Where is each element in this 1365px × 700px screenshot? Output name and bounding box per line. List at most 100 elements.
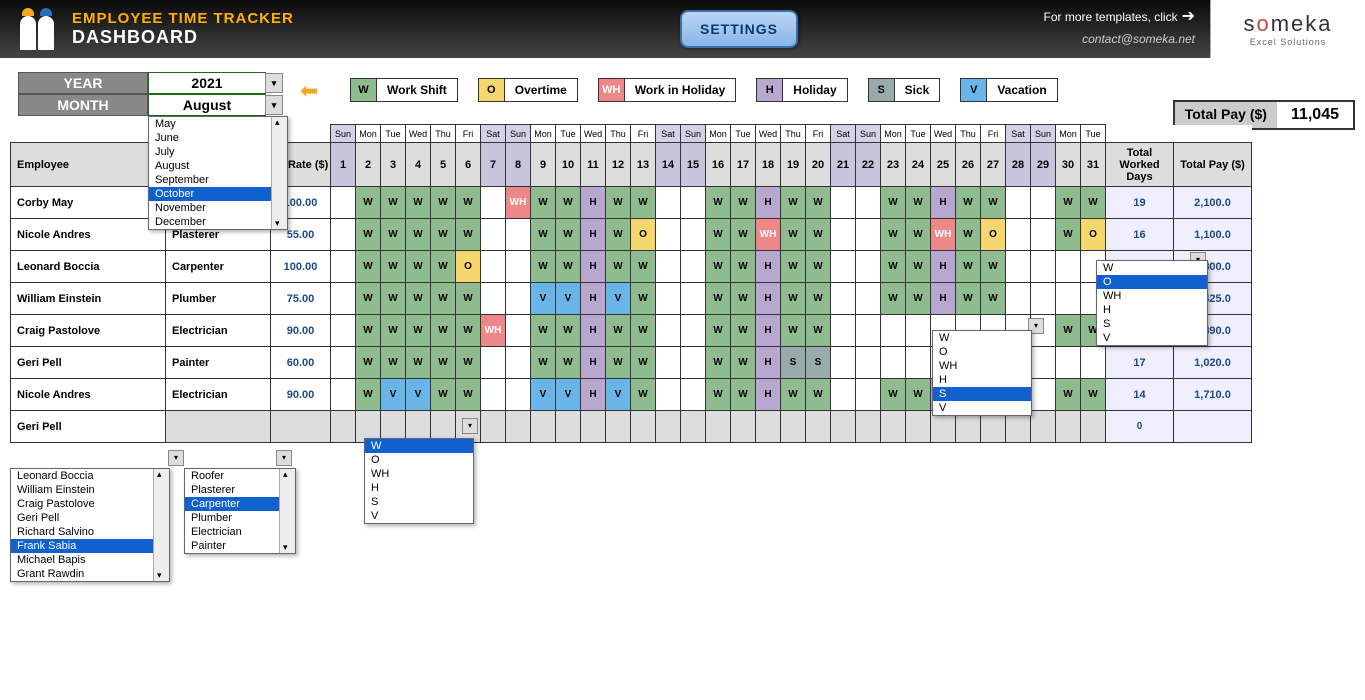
employee-name-cell[interactable]: Leonard Boccia [11, 251, 166, 283]
rate-cell[interactable]: 90.00 [271, 315, 331, 347]
shift-cell-empty[interactable] [656, 315, 681, 347]
shift-cell[interactable]: H [931, 187, 956, 219]
shift-cell[interactable]: W [406, 315, 431, 347]
dropdown-option[interactable]: O [365, 453, 473, 467]
rate-cell[interactable] [271, 411, 331, 443]
shift-cell-empty[interactable] [906, 315, 931, 347]
shift-cell[interactable]: W [531, 315, 556, 347]
shift-cell[interactable]: W [706, 283, 731, 315]
employee-name-cell[interactable]: Nicole Andres [11, 219, 166, 251]
dropdown-option[interactable]: W [365, 439, 473, 453]
shift-cell[interactable]: WH [481, 315, 506, 347]
shift-cell[interactable]: W [631, 251, 656, 283]
position-cell[interactable]: Electrician [166, 379, 271, 411]
shift-cell-empty[interactable] [1081, 347, 1106, 379]
shift-code-dropdown-3[interactable]: WOWHHSV [1096, 260, 1208, 346]
shift-cell-empty[interactable] [831, 379, 856, 411]
shift-cell[interactable]: H [581, 219, 606, 251]
shift-cell[interactable]: WH [756, 219, 781, 251]
shift-cell-empty[interactable] [831, 315, 856, 347]
shift-cell[interactable]: W [356, 251, 381, 283]
shift-cell-empty[interactable] [506, 283, 531, 315]
position-cell-dropdown-icon[interactable]: ▾ [276, 450, 292, 466]
shift-cell[interactable]: W [631, 379, 656, 411]
dropdown-option[interactable]: W [1097, 261, 1207, 275]
shift-cell[interactable]: S [806, 347, 831, 379]
dropdown-option[interactable]: H [1097, 303, 1207, 317]
shift-cell-empty[interactable] [681, 283, 706, 315]
shift-cell-empty[interactable] [506, 411, 531, 443]
shift-cell[interactable]: W [881, 219, 906, 251]
shift-cell[interactable]: W [556, 219, 581, 251]
shift-cell-empty[interactable] [331, 347, 356, 379]
shift-cell[interactable]: W [381, 219, 406, 251]
dropdown-option[interactable]: Painter [185, 539, 279, 553]
shift-cell-empty[interactable] [656, 379, 681, 411]
shift-cell-empty[interactable] [1031, 347, 1056, 379]
shift-cell-empty[interactable] [831, 411, 856, 443]
shift-cell[interactable]: W [381, 251, 406, 283]
shift-cell[interactable]: W [906, 251, 931, 283]
shift-cell-empty[interactable] [481, 251, 506, 283]
shift-cell-empty[interactable] [831, 251, 856, 283]
shift-cell-empty[interactable] [656, 347, 681, 379]
shift-cell-empty[interactable] [481, 283, 506, 315]
dropdown-option[interactable]: Carpenter [185, 497, 279, 511]
shift-cell[interactable]: W [531, 219, 556, 251]
shift-cell[interactable]: W [781, 379, 806, 411]
shift-cell[interactable]: W [956, 251, 981, 283]
shift-cell[interactable]: H [581, 315, 606, 347]
shift-cell[interactable]: W [731, 379, 756, 411]
shift-cell[interactable]: W [606, 347, 631, 379]
rate-cell[interactable]: 60.00 [271, 347, 331, 379]
shift-cell[interactable]: W [706, 315, 731, 347]
shift-cell-empty[interactable] [331, 315, 356, 347]
shift-cell[interactable]: W [1056, 379, 1081, 411]
shift-cell[interactable]: W [806, 283, 831, 315]
shift-cell[interactable]: W [431, 283, 456, 315]
shift-cell-empty[interactable] [856, 283, 881, 315]
shift-cell[interactable]: W [556, 315, 581, 347]
shift-cell[interactable]: W [731, 187, 756, 219]
shift-cell-empty[interactable] [1031, 219, 1056, 251]
shift-cell-empty[interactable] [681, 187, 706, 219]
shift-cell[interactable]: W [956, 283, 981, 315]
shift-cell-empty[interactable] [756, 411, 781, 443]
shift-cell[interactable]: W [531, 347, 556, 379]
shift-cell-empty[interactable] [831, 347, 856, 379]
year-dropdown-icon[interactable]: ▾ [265, 73, 283, 93]
shift-cell[interactable]: W [731, 219, 756, 251]
shift-cell[interactable]: V [531, 283, 556, 315]
shift-cell[interactable]: W [381, 315, 406, 347]
dropdown-option[interactable]: WH [933, 359, 1031, 373]
dropdown-option[interactable]: August [149, 159, 271, 173]
shift-cell-empty[interactable] [681, 251, 706, 283]
shift-cell-empty[interactable] [1031, 251, 1056, 283]
shift-cell[interactable]: W [781, 187, 806, 219]
shift-cell-empty[interactable] [856, 347, 881, 379]
shift-cell[interactable]: W [981, 251, 1006, 283]
rate-cell[interactable]: 100.00 [271, 251, 331, 283]
shift-cell[interactable]: W [906, 219, 931, 251]
shift-cell[interactable]: W [706, 219, 731, 251]
shift-cell-empty[interactable] [781, 411, 806, 443]
shift-cell[interactable]: H [581, 379, 606, 411]
position-dropdown-list[interactable]: RooferPlastererCarpenterPlumberElectrici… [184, 468, 296, 554]
dropdown-option[interactable]: S [365, 495, 473, 509]
shift-cell-empty[interactable] [331, 283, 356, 315]
shift-cell-empty[interactable] [656, 187, 681, 219]
shift-cell[interactable]: W [356, 283, 381, 315]
shift-cell-empty[interactable] [831, 283, 856, 315]
dropdown-option[interactable]: William Einstein [11, 483, 153, 497]
shift-cell[interactable]: W [906, 187, 931, 219]
shift-cell[interactable]: WH [506, 187, 531, 219]
shift-cell-empty[interactable] [656, 251, 681, 283]
shift-cell[interactable]: W [731, 315, 756, 347]
shift-cell-empty[interactable] [681, 347, 706, 379]
cell-dropdown-icon[interactable]: ▾ [462, 418, 478, 434]
month-dropdown-list[interactable]: MayJuneJulyAugustSeptemberOctoberNovembe… [148, 116, 288, 230]
shift-cell-empty[interactable] [1006, 187, 1031, 219]
shift-cell-empty[interactable] [1056, 251, 1081, 283]
shift-cell-empty[interactable] [856, 219, 881, 251]
shift-cell-empty[interactable] [856, 411, 881, 443]
